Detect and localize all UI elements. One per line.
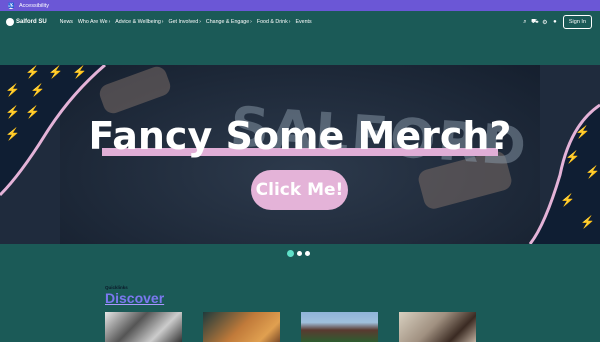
discover-heading[interactable]: Discover (105, 290, 164, 306)
site-logo[interactable]: Salford SU (6, 18, 47, 26)
settings-icon[interactable]: ⚙ (540, 19, 550, 26)
chevron-right-icon: › (199, 19, 201, 25)
carousel-dot-2[interactable] (297, 251, 302, 256)
search-icon[interactable]: ⌕ (520, 19, 530, 26)
carousel-dot-1[interactable] (287, 250, 294, 257)
lightning-icon: ⚡ (48, 65, 63, 79)
account-icon[interactable]: ● (550, 19, 560, 25)
basket-icon[interactable]: ⛟ (530, 18, 540, 26)
nav-item-news[interactable]: News (60, 19, 73, 25)
sign-in-button[interactable]: Sign In (562, 15, 592, 29)
lightning-icon: ⚡ (30, 83, 45, 97)
carousel-dots (287, 250, 313, 257)
header-tools: ⌕ ⛟ ⚙ ● Sign In (520, 11, 592, 33)
accessibility-bar[interactable]: ♿ Accessibility (0, 0, 600, 11)
site-header: Salford SU News Who Are We› Advice & Wel… (0, 11, 600, 33)
hero-title: Fancy Some Merch? (88, 114, 512, 158)
accessibility-icon: ♿ (8, 2, 15, 9)
logo-text: Salford SU (16, 19, 47, 25)
main-nav: News Who Are We› Advice & Wellbeing› Get… (60, 19, 317, 25)
lightning-icon: ⚡ (585, 165, 600, 179)
click-me-button[interactable]: Click Me! (251, 170, 348, 210)
lightning-icon: ⚡ (560, 193, 575, 207)
lightning-icon: ⚡ (72, 65, 87, 79)
nav-item-change-engage[interactable]: Change & Engage› (206, 19, 252, 25)
chevron-right-icon: › (108, 19, 111, 25)
lightning-icon: ⚡ (5, 83, 20, 97)
lightning-icon: ⚡ (580, 215, 595, 229)
logo-icon (6, 18, 14, 26)
nav-item-events[interactable]: Events (295, 19, 311, 25)
chevron-right-icon: › (288, 19, 291, 25)
carousel-dot-3[interactable] (305, 251, 310, 256)
nav-item-advice-wellbeing[interactable]: Advice & Wellbeing› (115, 19, 163, 25)
accessibility-label[interactable]: Accessibility (19, 3, 49, 9)
nav-item-food-drink[interactable]: Food & Drink› (257, 19, 291, 25)
nav-item-who-are-we[interactable]: Who Are We› (78, 19, 110, 25)
nav-item-get-involved[interactable]: Get Involved› (168, 19, 200, 25)
chevron-right-icon: › (161, 19, 164, 25)
lightning-icon: ⚡ (25, 65, 40, 79)
chevron-right-icon: › (250, 19, 252, 25)
